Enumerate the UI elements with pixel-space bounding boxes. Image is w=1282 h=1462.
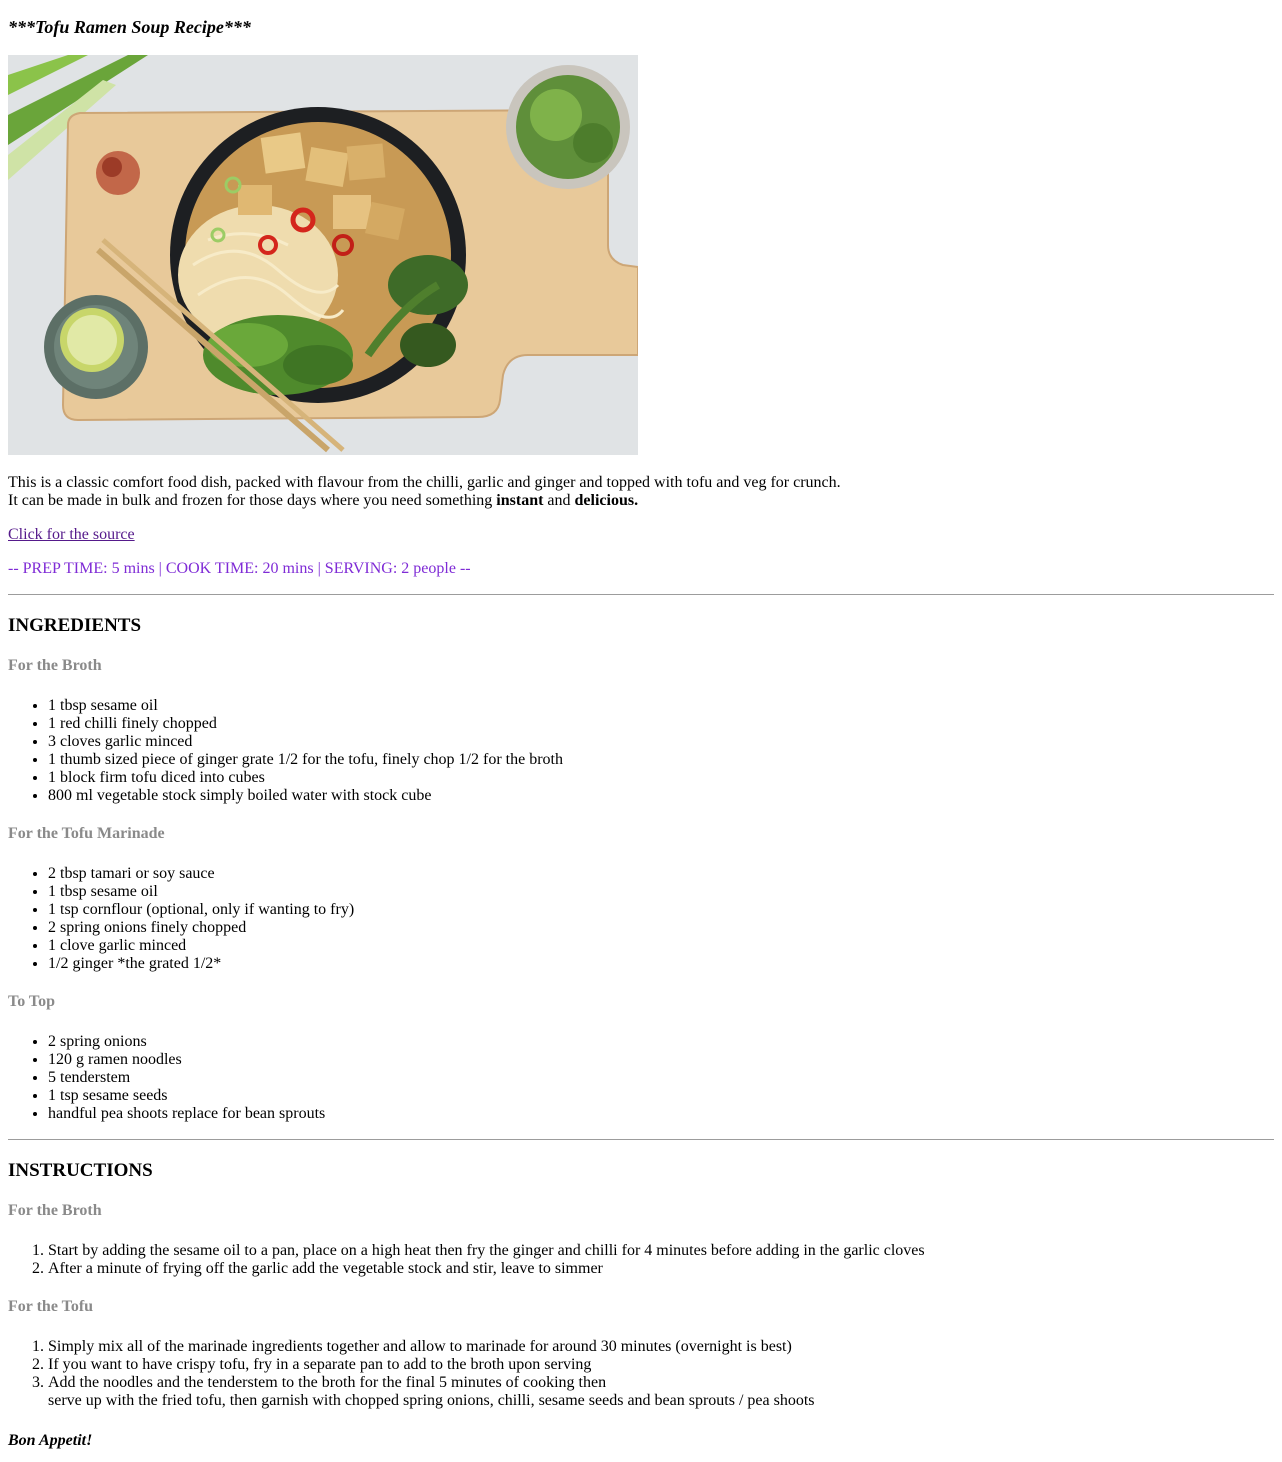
signoff: Bon Appetit! xyxy=(8,1432,93,1449)
step-3-line-1: Add the noodles and the tenderstem to th… xyxy=(48,1374,607,1391)
marinade-ingredients-list: 2 tbsp tamari or soy sauce 1 tbsp sesame… xyxy=(8,865,1274,973)
list-item: 800 ml vegetable stock simply boiled wat… xyxy=(48,787,1274,805)
list-item: 2 spring onions xyxy=(48,1033,1274,1051)
intro-bold-instant: instant xyxy=(496,492,544,509)
instructions-tofu-heading: For the Tofu xyxy=(8,1298,94,1315)
instructions-heading: INSTRUCTIONS xyxy=(8,1160,153,1181)
intro-line-2: It can be made in bulk and frozen for th… xyxy=(8,492,497,509)
step-item: After a minute of frying off the garlic … xyxy=(48,1260,1274,1278)
list-item: 1 tsp sesame seeds xyxy=(48,1087,1274,1105)
ingredients-heading: INGREDIENTS xyxy=(8,615,142,636)
list-item: 3 cloves garlic minced xyxy=(48,733,1274,751)
list-item: 1 tbsp sesame oil xyxy=(48,883,1274,901)
list-item: 2 spring onions finely chopped xyxy=(48,919,1274,937)
broth-ingredients-list: 1 tbsp sesame oil 1 red chilli finely ch… xyxy=(8,697,1274,805)
ingredients-broth-heading: For the Broth xyxy=(8,657,102,674)
intro-bold-delicious: delicious. xyxy=(574,492,639,509)
step-item: If you want to have crispy tofu, fry in … xyxy=(48,1356,1274,1374)
recipe-times: -- PREP TIME: 5 mins | COOK TIME: 20 min… xyxy=(8,560,471,577)
list-item: handful pea shoots replace for bean spro… xyxy=(48,1105,1274,1123)
divider-instructions xyxy=(8,1139,1274,1140)
list-item: 1/2 ginger *the grated 1/2* xyxy=(48,955,1274,973)
broth-steps-list: Start by adding the sesame oil to a pan,… xyxy=(8,1242,1274,1278)
recipe-intro: This is a classic comfort food dish, pac… xyxy=(8,474,1274,510)
list-item: 5 tenderstem xyxy=(48,1069,1274,1087)
list-item: 1 block firm tofu diced into cubes xyxy=(48,769,1274,787)
list-item: 1 tbsp sesame oil xyxy=(48,697,1274,715)
source-link[interactable]: Click for the source xyxy=(8,526,135,544)
divider-ingredients xyxy=(8,594,1274,595)
ingredients-marinade-heading: For the Tofu Marinade xyxy=(8,825,165,842)
list-item: 120 g ramen noodles xyxy=(48,1051,1274,1069)
intro-and: and xyxy=(543,492,575,509)
topping-ingredients-list: 2 spring onions 120 g ramen noodles 5 te… xyxy=(8,1033,1274,1123)
list-item: 1 red chilli finely chopped xyxy=(48,715,1274,733)
step-item: Add the noodles and the tenderstem to th… xyxy=(48,1374,1274,1410)
recipe-page: ***Tofu Ramen Soup Recipe*** This is a c… xyxy=(0,0,1282,1450)
page-title: ***Tofu Ramen Soup Recipe*** xyxy=(8,17,251,37)
step-item: Start by adding the sesame oil to a pan,… xyxy=(48,1242,1274,1260)
instructions-broth-heading: For the Broth xyxy=(8,1202,102,1219)
ingredients-top-heading: To Top xyxy=(8,993,56,1010)
step-3-line-2: serve up with the fried tofu, then garni… xyxy=(48,1392,815,1409)
intro-line-1: This is a classic comfort food dish, pac… xyxy=(8,474,841,491)
ramen-photo xyxy=(8,55,638,455)
list-item: 1 thumb sized piece of ginger grate 1/2 … xyxy=(48,751,1274,769)
list-item: 1 clove garlic minced xyxy=(48,937,1274,955)
list-item: 2 tbsp tamari or soy sauce xyxy=(48,865,1274,883)
step-item: Simply mix all of the marinade ingredien… xyxy=(48,1338,1274,1356)
list-item: 1 tsp cornflour (optional, only if wanti… xyxy=(48,901,1274,919)
tofu-steps-list: Simply mix all of the marinade ingredien… xyxy=(8,1338,1274,1410)
